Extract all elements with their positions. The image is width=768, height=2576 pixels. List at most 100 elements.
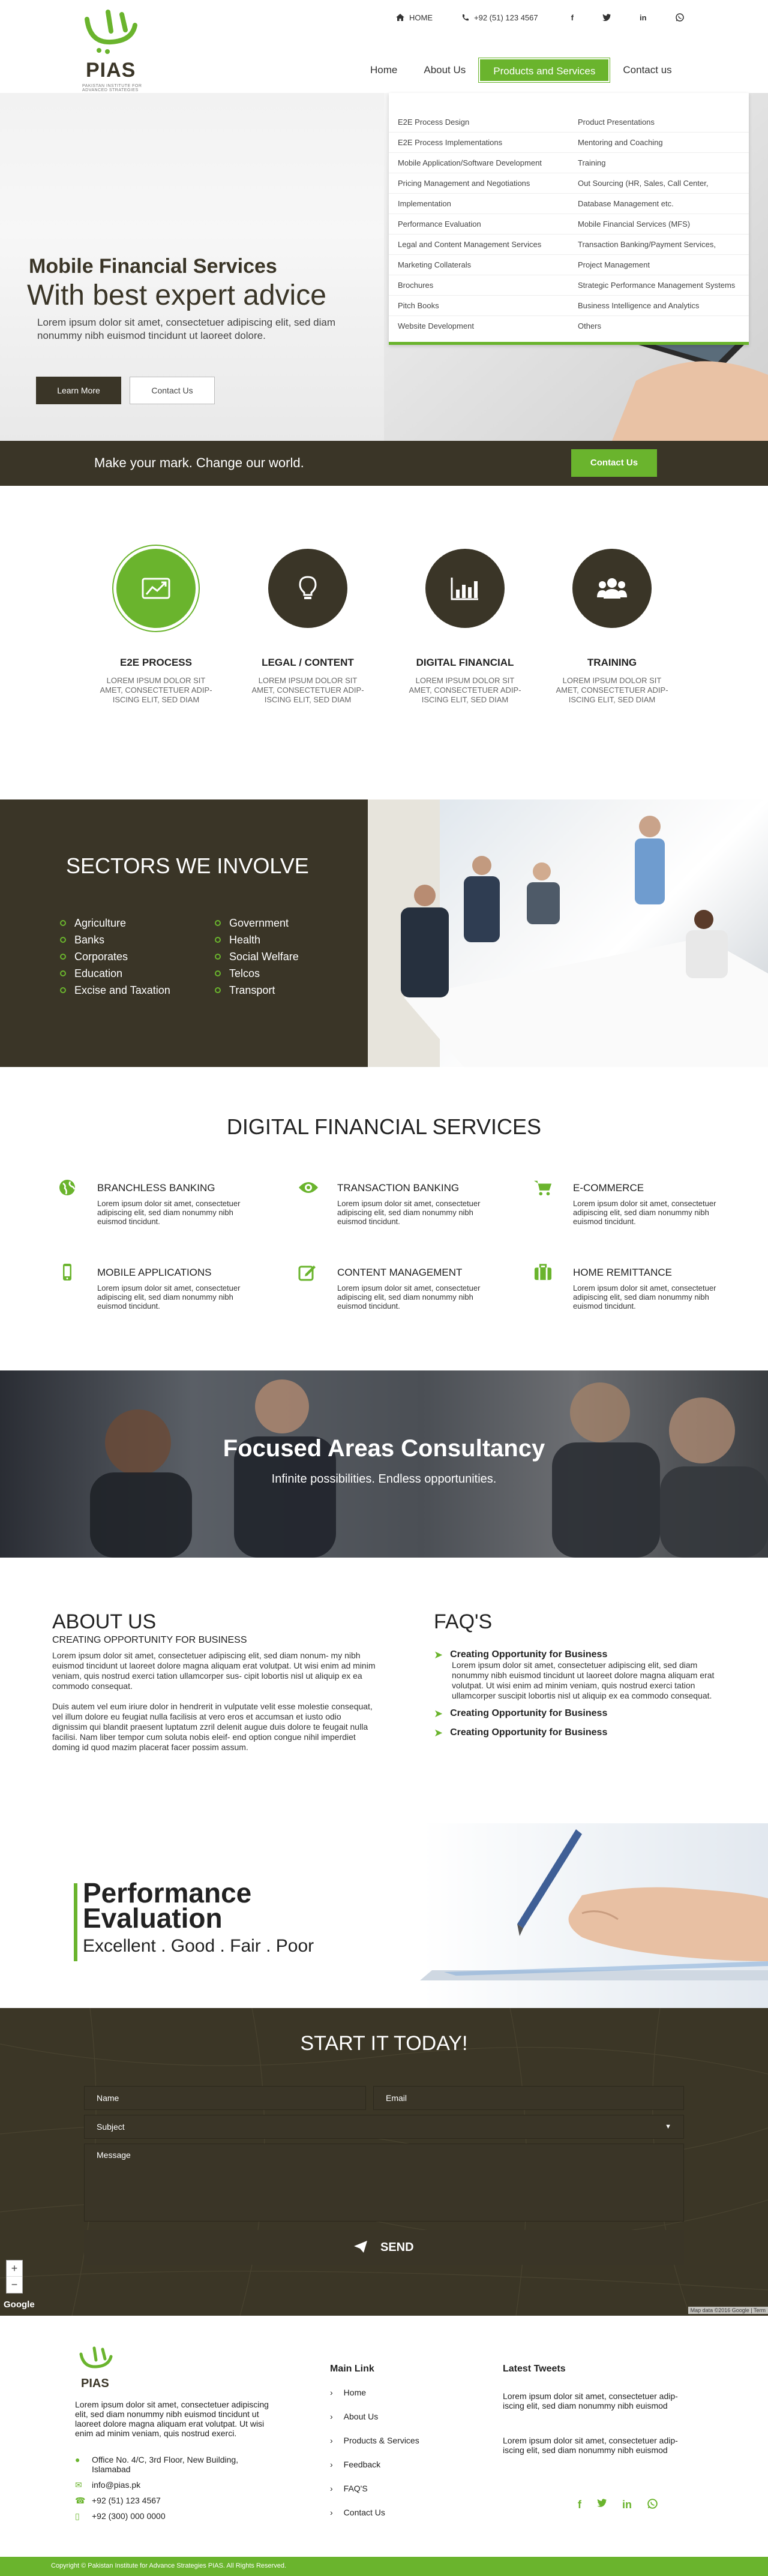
send-button[interactable]: SEND [84, 2230, 684, 2265]
dropdown-item[interactable]: Website Development [389, 316, 569, 336]
subject-select[interactable]: Subject ▼ [84, 2115, 684, 2139]
dropdown-item[interactable]: E2E Process Design [389, 112, 569, 133]
bullet-icon [215, 987, 221, 993]
tweet: Lorem ipsum dolor sit amet, consectetuer… [503, 2436, 678, 2455]
service-title: TRANSACTION BANKING [337, 1182, 460, 1194]
dropdown-item[interactable]: Transaction Banking/Payment Services, [569, 235, 749, 255]
google-logo: Google [4, 2300, 35, 2310]
bullet-icon [60, 920, 66, 926]
nav-products-and-services[interactable]: Products and Services [478, 58, 611, 83]
accent-bar [74, 1883, 77, 1961]
dropdown-item[interactable]: Performance Evaluation [389, 214, 569, 235]
nav-contact-us[interactable]: Contact us [610, 58, 685, 82]
topbar-phone: +92 (51) 123 4567 [461, 13, 538, 22]
dropdown-item[interactable]: Out Sourcing (HR, Sales, Call Center, [569, 173, 749, 194]
linkedin-icon[interactable]: in [622, 2499, 632, 2511]
topbar-home-link[interactable]: HOME [396, 13, 433, 22]
footer-email[interactable]: ✉ info@pias.pk [75, 2480, 266, 2496]
message-field[interactable]: Message [84, 2144, 684, 2222]
nav-home[interactable]: Home [357, 58, 410, 82]
topbar-phone-label: +92 (51) 123 4567 [474, 13, 538, 22]
faq-section: FAQ'S ➤ Creating Opportunity for Business… [434, 1610, 722, 1738]
home-icon [396, 14, 404, 21]
dropdown-item[interactable]: Business Intelligence and Analytics [569, 296, 749, 316]
feature-title: DIGITAL FINANCIAL [416, 657, 514, 668]
whatsapp-icon[interactable] [647, 2499, 658, 2509]
dropdown-item[interactable]: Product Presentations [569, 112, 749, 133]
twitter-icon[interactable] [602, 14, 611, 21]
performance-title-line2: Evaluation [83, 1902, 223, 1934]
sector-item: Health [215, 931, 299, 948]
footer-link-feedback[interactable]: › Feedback [330, 2460, 419, 2484]
dropdown-item[interactable]: Legal and Content Management Services [389, 235, 569, 255]
send-label: SEND [380, 2241, 414, 2254]
dropdown-item[interactable]: Others [569, 316, 749, 336]
dropdown-item[interactable]: Marketing Collaterals [389, 255, 569, 275]
learn-more-button[interactable]: Learn More [36, 377, 121, 404]
sector-item: Social Welfare [215, 948, 299, 965]
footer-link-products-services[interactable]: › Products & Services [330, 2436, 419, 2460]
dropdown-item[interactable]: Pitch Books [389, 296, 569, 316]
chevron-right-icon: › [330, 2388, 333, 2397]
arrow-right-icon: ➤ [434, 1708, 443, 1720]
about-paragraph: Duis autem vel eum iriure dolor in hendr… [52, 1702, 373, 1752]
dropdown-item[interactable]: Database Management etc. [569, 194, 749, 214]
footer-links-title: Main Link [330, 2364, 374, 2374]
about-title: ABOUT US [52, 1610, 157, 1633]
feature-legal-content[interactable]: LEGAL / CONTENT LOREM IPSUM DOLOR SIT AM… [248, 549, 368, 705]
logo[interactable]: PIAS PAKISTAN INSTITUTE FOR ADVANCED STR… [75, 7, 147, 92]
send-icon [354, 2241, 368, 2253]
footer-link-contact-us[interactable]: › Contact Us [330, 2508, 419, 2532]
footer-link-home[interactable]: › Home [330, 2388, 419, 2412]
dropdown-item[interactable]: Mentoring and Coaching [569, 133, 749, 153]
name-field[interactable]: Name [84, 2086, 366, 2110]
hero-contact-button[interactable]: Contact Us [130, 377, 215, 404]
feature-circle [572, 549, 652, 628]
dropdown-item[interactable]: Mobile Application/Software Development [389, 153, 569, 173]
feature-e2e-process[interactable]: E2E PROCESS LOREM IPSUM DOLOR SIT AMET, … [96, 549, 216, 705]
dropdown-item[interactable]: E2E Process Implementations [389, 133, 569, 153]
feature-training[interactable]: TRAINING LOREM IPSUM DOLOR SIT AMET, CON… [552, 549, 672, 705]
faq-question[interactable]: ➤ Creating Opportunity for Business [434, 1708, 722, 1719]
footer-link-about-us[interactable]: › About Us [330, 2412, 419, 2436]
zoom-out-button[interactable]: − [7, 2277, 22, 2293]
dropdown-item[interactable]: Pricing Management and Negotiations [389, 173, 569, 194]
site-footer: PIAS Lorem ipsum dolor sit amet, consect… [0, 2316, 768, 2574]
dropdown-col-2: Product Presentations Mentoring and Coac… [569, 112, 749, 336]
footer-link-faqs[interactable]: › FAQ'S [330, 2484, 419, 2508]
dropdown-item[interactable]: Project Management [569, 255, 749, 275]
cta-banner: Make your mark. Change our world. Contac… [0, 441, 768, 486]
sector-item: Corporates [60, 948, 170, 965]
faq-question[interactable]: ➤ Creating Opportunity for Business [434, 1727, 722, 1738]
about-paragraph: Lorem ipsum dolor sit amet, consectetuer… [52, 1651, 376, 1691]
facebook-icon[interactable]: f [571, 13, 574, 22]
dropdown-item[interactable]: Training [569, 153, 749, 173]
bullet-icon [60, 954, 66, 960]
faq-question[interactable]: ➤ Creating Opportunity for Business [434, 1649, 722, 1660]
products-dropdown-menu: E2E Process Design E2E Process Implement… [389, 93, 749, 345]
facebook-icon[interactable]: f [578, 2499, 581, 2511]
email-field[interactable]: Email [373, 2086, 684, 2110]
pen-hand-image [420, 1829, 768, 1980]
map-credit[interactable]: Map data ©2016 Google | Term [688, 2307, 768, 2314]
footer-main-links: Main Link › Home › About Us › Products & Se… [330, 2364, 419, 2532]
chevron-right-icon: › [330, 2460, 333, 2469]
dropdown-item[interactable]: Brochures [389, 275, 569, 296]
sectors-list-2: Government Health Social Welfare Telcos … [215, 915, 299, 999]
bullet-icon [60, 970, 66, 976]
top-bar: HOME +92 (51) 123 4567 f in [396, 11, 684, 24]
feature-title: E2E PROCESS [120, 657, 192, 668]
dropdown-item[interactable]: Implementation [389, 194, 569, 214]
zoom-in-button[interactable]: + [7, 2261, 22, 2277]
feature-digital-financial[interactable]: DIGITAL FINANCIAL LOREM IPSUM DOLOR SIT … [405, 549, 525, 705]
twitter-icon[interactable] [597, 2499, 607, 2507]
logo-mark [85, 10, 137, 54]
cta-contact-button[interactable]: Contact Us [571, 449, 657, 477]
nav-about-us[interactable]: About Us [410, 58, 479, 82]
service-text: Lorem ipsum dolor sit amet, consectetuer… [97, 1284, 241, 1310]
performance-subtitle: Excellent . Good . Fair . Poor [83, 1936, 314, 1956]
dropdown-item[interactable]: Mobile Financial Services (MFS) [569, 214, 749, 235]
linkedin-icon[interactable]: in [640, 13, 647, 22]
whatsapp-icon[interactable] [675, 13, 684, 22]
dropdown-item[interactable]: Strategic Performance Management Systems [569, 275, 749, 296]
